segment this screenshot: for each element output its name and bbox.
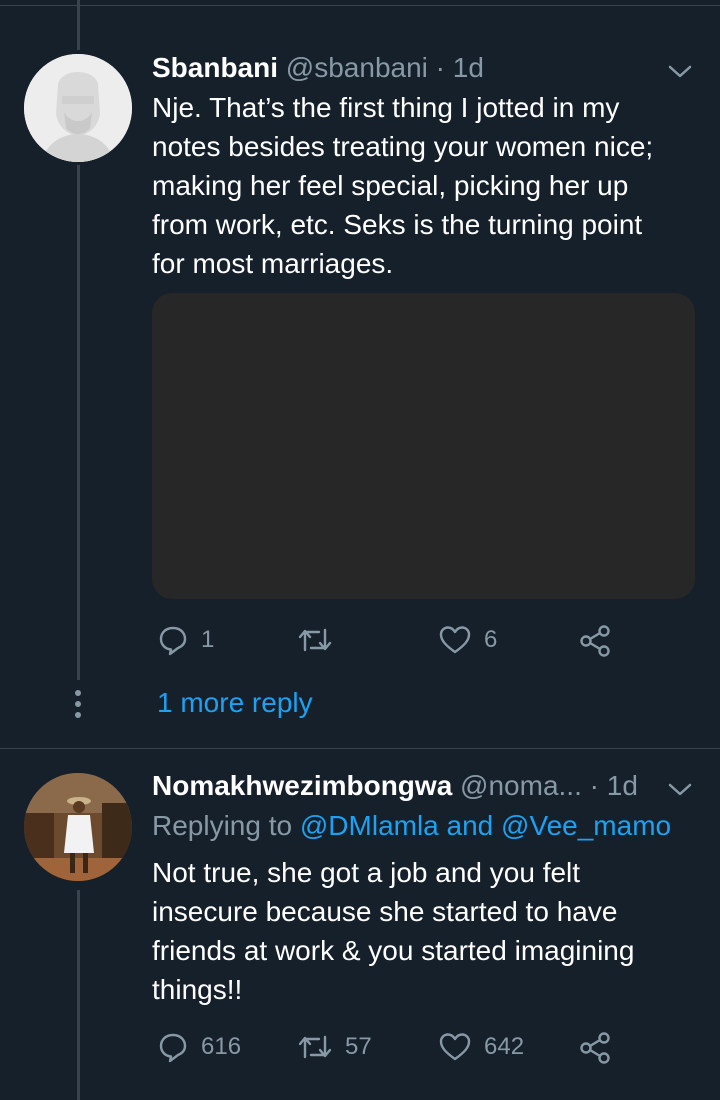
retweet-icon	[298, 628, 332, 652]
chevron-down-icon[interactable]	[667, 62, 693, 80]
reply-icon	[159, 626, 187, 656]
like-button[interactable]: 642	[438, 1031, 524, 1063]
default-avatar-icon	[24, 54, 132, 162]
author-name[interactable]: Nomakhwezimbongwa	[152, 770, 452, 801]
tweet-header: Sbanbani @sbanbani · 1d	[152, 51, 484, 85]
tweet-text: Not true, she got a job and you felt ins…	[152, 853, 697, 1009]
tweet-header: Nomakhwezimbongwa @noma... · 1d	[152, 769, 638, 803]
more-replies-link[interactable]: 1 more reply	[157, 686, 313, 720]
replying-to: Replying to @DMlamla and @Vee_mamo	[152, 808, 671, 844]
tweet-text-line: Nje. That’s the first thing I jotted in …	[152, 92, 620, 123]
tweet-text-line: for most marriages.	[152, 248, 394, 279]
chevron-down-icon[interactable]	[667, 780, 693, 798]
author-name[interactable]: Sbanbani	[152, 52, 278, 83]
reply-button[interactable]: 616	[157, 1031, 241, 1063]
author-handle[interactable]: @noma...	[460, 770, 582, 801]
top-divider	[0, 5, 720, 6]
tweet-text-line: things!!	[152, 974, 243, 1005]
tweet-text-line: friends at work & you started imagining	[152, 935, 635, 966]
retweet-count: 57	[345, 1033, 372, 1060]
section-divider	[0, 748, 720, 749]
heart-icon	[439, 626, 471, 654]
tweet-media[interactable]	[152, 293, 695, 599]
retweet-button[interactable]	[297, 624, 345, 656]
like-button[interactable]: 6	[438, 624, 497, 656]
timestamp[interactable]: 1d	[607, 770, 638, 801]
share-icon	[580, 1032, 610, 1064]
share-icon	[580, 625, 610, 657]
heart-icon	[439, 1033, 471, 1061]
avatar-sbanbani[interactable]	[24, 54, 132, 162]
tweet-text-line: insecure because she started to have	[152, 896, 618, 927]
retweet-icon	[298, 1035, 332, 1059]
profile-photo-icon	[24, 773, 132, 881]
avatar-nomakhwezimbongwa[interactable]	[24, 773, 132, 881]
thread-line-top	[77, 0, 80, 50]
replying-to-label: Replying to	[152, 810, 293, 841]
thread-line-middle	[77, 165, 80, 680]
author-handle[interactable]: @sbanbani	[286, 52, 428, 83]
like-count: 642	[484, 1033, 525, 1060]
tweet-text-line: notes besides treating your women nice;	[152, 131, 654, 162]
reply-icon	[159, 1033, 187, 1063]
reply-count: 616	[201, 1033, 242, 1060]
share-button[interactable]	[578, 624, 612, 658]
tweet-text-line: Not true, she got a job and you felt	[152, 857, 581, 888]
timestamp[interactable]: 1d	[453, 52, 484, 83]
share-button[interactable]	[578, 1031, 612, 1065]
tweet-text-line: from work, etc. Seks is the turning poin…	[152, 209, 643, 240]
tweet-text: Nje. That’s the first thing I jotted in …	[152, 88, 697, 283]
like-count: 6	[484, 626, 498, 653]
replying-to-users[interactable]: @DMlamla and @Vee_mamo	[300, 810, 671, 841]
reply-count: 1	[201, 626, 215, 653]
separator-dot: ·	[589, 770, 599, 801]
tweet-text-line: making her feel special, picking her up	[152, 170, 629, 201]
more-replies-dots-icon	[74, 690, 82, 723]
separator-dot: ·	[435, 52, 445, 83]
retweet-button[interactable]: 57	[297, 1031, 372, 1063]
thread-line-bottom	[77, 890, 80, 1100]
reply-button[interactable]: 1	[157, 624, 214, 656]
